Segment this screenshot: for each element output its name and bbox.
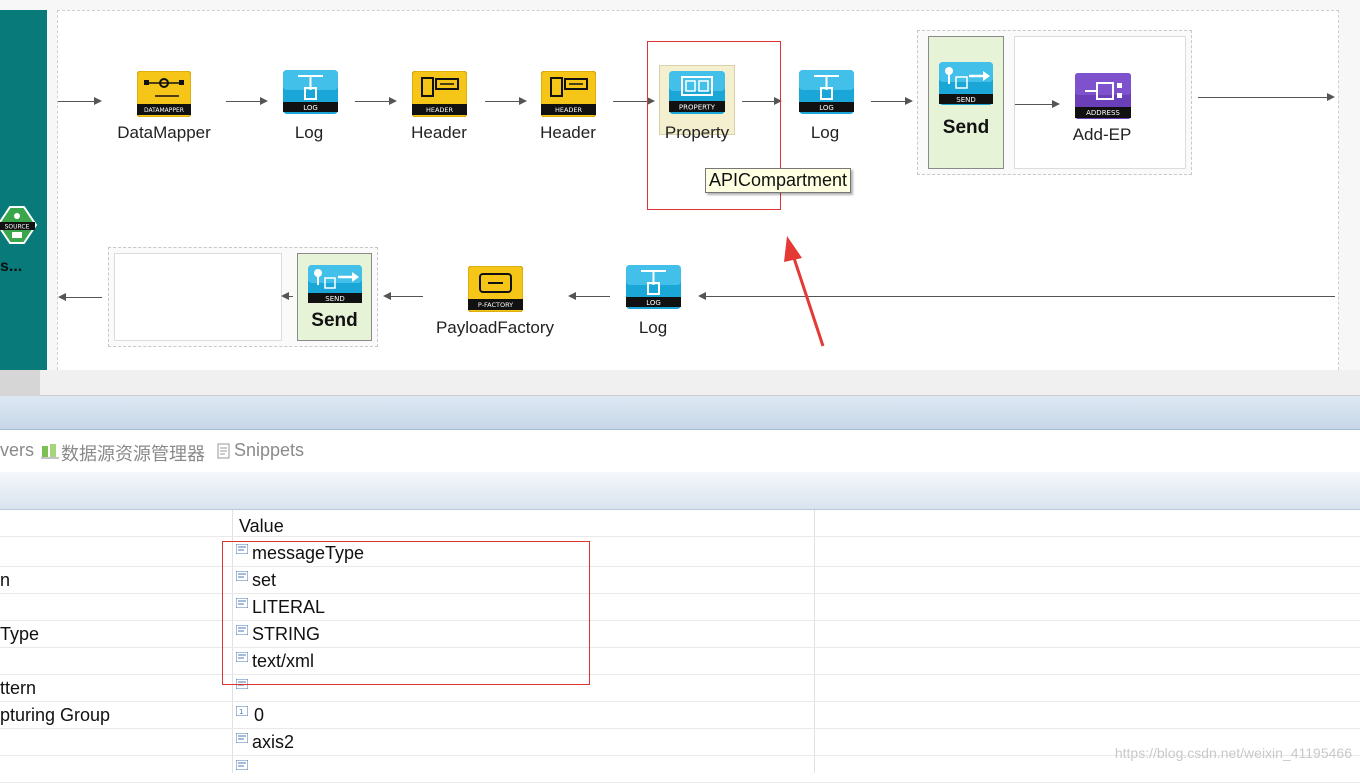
table-row[interactable]: Type STRING xyxy=(0,621,1360,648)
flow-arrow xyxy=(1198,93,1335,101)
flow-arrow xyxy=(226,97,268,105)
snippets-icon xyxy=(217,443,231,464)
table-row[interactable]: text/xml xyxy=(0,648,1360,675)
node-label-header: Header xyxy=(540,123,596,142)
flow-arrow xyxy=(355,97,397,105)
log-icon[interactable]: LOG xyxy=(283,70,338,114)
annotation-box-values xyxy=(222,541,590,685)
svg-text:1: 1 xyxy=(239,708,243,716)
send-label-bottom: Send xyxy=(311,310,358,331)
node-badge: HEADER xyxy=(555,106,583,114)
annotation-arrow-icon xyxy=(784,236,825,347)
node-badge: LOG xyxy=(819,104,834,112)
log-icon[interactable]: LOG xyxy=(626,265,681,309)
watermark: https://blog.csdn.net/weixin_41195466 xyxy=(1114,745,1352,761)
node-label-datamapper: DataMapper xyxy=(117,123,211,142)
payload-factory-icon[interactable]: P-FACTORY xyxy=(468,266,523,312)
log-icon[interactable]: LOG xyxy=(799,70,854,114)
header-icon[interactable]: HEADER xyxy=(541,71,596,117)
tab-snippets[interactable]: Snippets xyxy=(234,440,304,461)
table-row[interactable]: ttern xyxy=(0,675,1360,702)
node-label-log: Log xyxy=(638,318,668,337)
text-value-icon xyxy=(236,760,248,770)
header-icon[interactable]: HEADER xyxy=(412,71,467,117)
flow-arrow xyxy=(1015,100,1060,108)
flow-arrow xyxy=(568,292,610,300)
table-header-row xyxy=(0,510,1360,537)
node-label-header: Header xyxy=(411,123,467,142)
node-label-payloadfactory: PayloadFactory xyxy=(435,318,555,337)
endpoint-badge: ADDRESS xyxy=(1086,109,1120,117)
view-tabs-bar: vers 数据源资源管理器 Snippets xyxy=(0,432,1360,472)
datamapper-icon[interactable]: DATAMAPPER xyxy=(137,71,191,117)
flow-arrow xyxy=(383,292,423,300)
node-badge: HEADER xyxy=(426,106,454,114)
send-badge: SEND xyxy=(325,295,345,303)
source-endpoint-icon[interactable]: SOURCE xyxy=(0,205,38,245)
properties-title-band xyxy=(0,472,1360,510)
address-endpoint-icon[interactable]: ADDRESS xyxy=(1075,73,1131,119)
endpoint-label: Add-EP xyxy=(1072,125,1132,144)
datasource-icon xyxy=(41,443,59,464)
flow-arrow xyxy=(485,97,527,105)
number-value-icon: 1 xyxy=(236,706,248,716)
text-value-icon xyxy=(236,733,248,743)
api-resource-bar[interactable] xyxy=(0,10,47,370)
editor-tab-strip xyxy=(0,370,1360,396)
endpoint-slot-bottom[interactable] xyxy=(114,253,282,341)
property-name: pturing Group xyxy=(0,705,111,725)
flow-arrow xyxy=(281,292,293,300)
property-name: ttern xyxy=(0,678,37,698)
send-icon[interactable]: SEND xyxy=(939,62,993,105)
send-label-top: Send xyxy=(942,117,990,138)
properties-table: messageType n set LITERAL Type STRING te… xyxy=(0,510,1360,783)
node-badge: P-FACTORY xyxy=(478,301,513,309)
node-label-log: Log xyxy=(294,123,324,142)
property-name: n xyxy=(0,570,11,590)
table-row[interactable]: pturing Group 1 0 xyxy=(0,702,1360,729)
property-value[interactable]: axis2 xyxy=(252,732,294,753)
tab-datasource-explorer[interactable]: 数据源资源管理器 xyxy=(61,440,205,466)
property-value[interactable]: 0 xyxy=(254,705,264,726)
send-badge: SEND xyxy=(956,96,976,104)
value-column-header[interactable]: Value xyxy=(239,516,284,537)
panel-header-band xyxy=(0,396,1360,430)
node-badge: DATAMAPPER xyxy=(144,107,184,114)
source-badge: SOURCE xyxy=(5,224,30,231)
table-row[interactable]: n set xyxy=(0,567,1360,594)
send-icon[interactable]: SEND xyxy=(308,265,362,303)
editor-tab[interactable] xyxy=(0,370,40,396)
node-badge: LOG xyxy=(646,299,661,307)
table-row[interactable]: LITERAL xyxy=(0,594,1360,621)
table-row[interactable]: messageType xyxy=(0,540,1360,567)
tab-servers[interactable]: vers xyxy=(0,440,34,461)
tooltip: APICompartment xyxy=(705,168,852,193)
node-badge: LOG xyxy=(303,104,318,112)
flow-arrow xyxy=(871,97,913,105)
source-label: s... xyxy=(0,258,23,275)
property-name: Type xyxy=(0,624,40,644)
flow-arrow xyxy=(58,293,102,301)
flow-arrow xyxy=(58,97,102,105)
